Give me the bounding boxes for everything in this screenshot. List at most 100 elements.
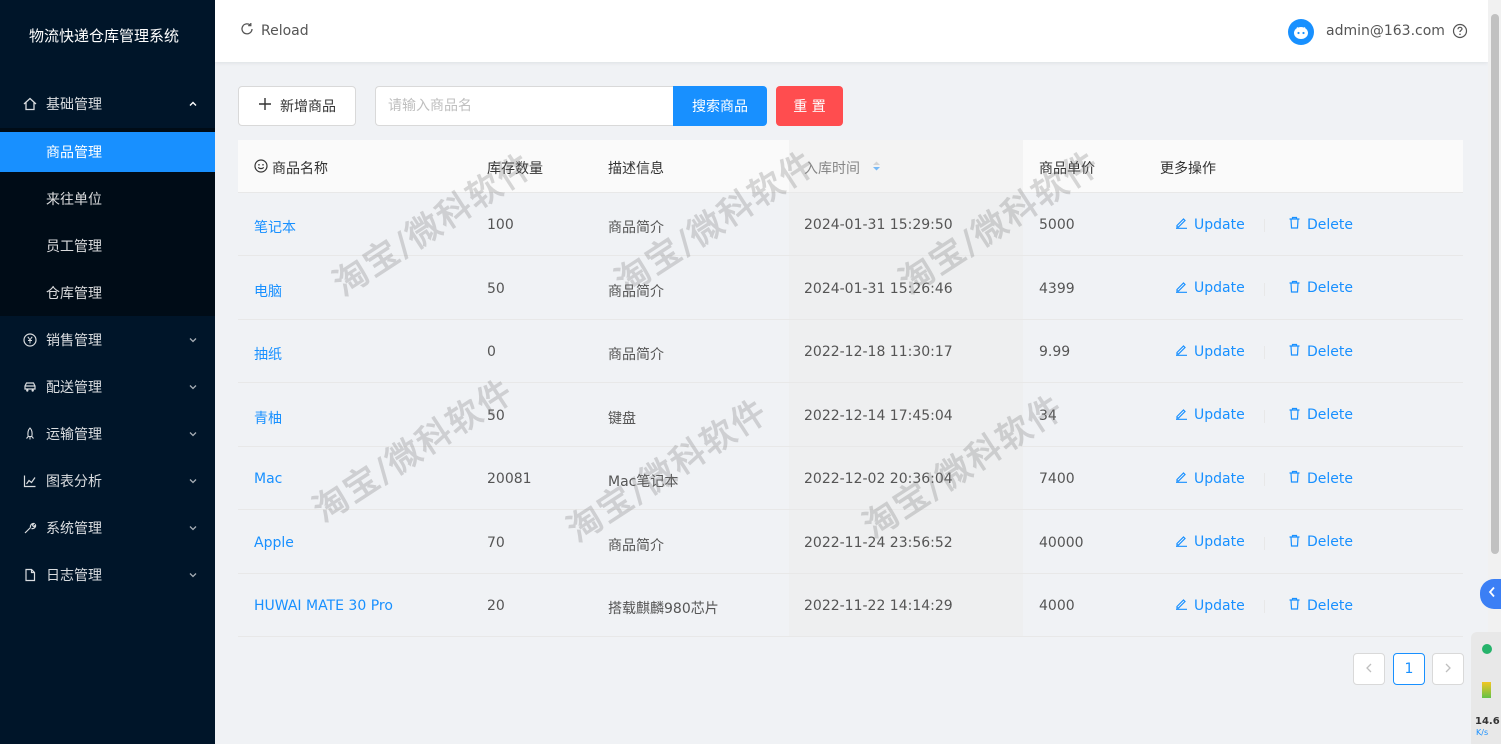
table-row: 抽纸 0 商品简介 2022-12-18 11:30:17 9.99 Update Dele… [238,320,1463,383]
search-button[interactable]: 搜索商品 [673,86,767,126]
menu-label: 运输管理 [46,427,102,443]
page-button-current[interactable]: 1 [1393,653,1425,685]
delete-button[interactable]: Delete [1288,343,1353,360]
delete-icon [1288,470,1301,487]
product-name-link[interactable]: 笔记本 [254,217,296,237]
product-name-link[interactable]: HUWAI MATE 30 Pro [254,598,393,614]
stock-cell: 100 [487,217,514,233]
chevron-left-icon [1365,661,1373,677]
sidebar-item-employees[interactable]: 员工管理 [0,226,215,266]
avatar[interactable] [1288,19,1314,45]
product-name-link[interactable]: 电脑 [254,281,282,301]
product-name-link[interactable]: 青柚 [254,408,282,428]
edit-icon [1175,470,1188,487]
delete-button[interactable]: Delete [1288,280,1353,297]
add-product-label: 新增商品 [280,99,336,115]
column-header-actions: 更多操作 [1160,161,1216,177]
table-row: Apple 70 商品简介 2022-11-24 23:56:52 40000 Updat… [238,511,1463,574]
update-button[interactable]: Update [1175,470,1245,487]
sidebar-item-partners[interactable]: 来往单位 [0,179,215,219]
delete-button[interactable]: Delete [1288,534,1353,551]
yen-icon [22,332,38,348]
stock-cell: 50 [487,407,505,424]
action-divider [1264,346,1265,359]
update-button[interactable]: Update [1175,216,1245,233]
add-product-button[interactable]: 新增商品 [238,86,356,126]
delete-icon [1288,407,1301,424]
edit-icon [1175,407,1188,424]
menu-chart-analysis[interactable]: 图表分析 [0,461,215,501]
menu-sales-management[interactable]: 销售管理 [0,320,215,360]
update-button[interactable]: Update [1175,407,1245,424]
stock-cell: 50 [487,280,505,297]
product-name-link[interactable]: Apple [254,535,294,551]
reload-button[interactable]: Reload [240,22,309,40]
action-divider [1264,600,1265,613]
prev-page-button[interactable] [1353,653,1385,685]
sidebar-item-product-management[interactable]: 商品管理 [0,132,215,172]
side-collapse-button[interactable] [1480,579,1501,609]
action-divider [1264,473,1265,486]
menu-label: 图表分析 [46,474,102,490]
edit-icon [1175,597,1188,614]
chevron-down-icon [187,522,199,534]
delete-button[interactable]: Delete [1288,470,1353,487]
column-header-label: 商品名称 [272,161,328,177]
next-page-button[interactable] [1432,653,1464,685]
delete-button[interactable]: Delete [1288,216,1353,233]
price-cell: 7400 [1039,471,1075,487]
sidebar-item-label: 来往单位 [46,192,102,208]
table-row: HUWAI MATE 30 Pro 20 搭载麒麟980芯片 2022-11-22 1… [238,574,1463,637]
time-cell: 2024-01-31 15:29:50 [804,217,953,233]
description-cell: Mac笔记本 [608,474,679,490]
user-email[interactable]: admin@163.com [1326,23,1445,39]
product-name-link[interactable]: Mac [254,471,282,487]
reload-icon [240,22,254,40]
delete-label: Delete [1307,216,1353,233]
stock-cell: 20081 [487,471,532,487]
file-icon [22,567,38,583]
update-button[interactable]: Update [1175,280,1245,297]
menu-transport-management[interactable]: 运输管理 [0,414,215,454]
update-button[interactable]: Update [1175,597,1245,614]
question-circle-icon[interactable] [1452,23,1468,39]
delete-label: Delete [1307,407,1353,423]
time-cell: 2022-12-18 11:30:17 [804,344,953,360]
menu-delivery-management[interactable]: 配送管理 [0,367,215,407]
delete-label: Delete [1307,597,1353,614]
network-speed-widget[interactable]: 14.6 K/s [1471,632,1501,744]
action-divider [1264,219,1265,232]
menu-system-management[interactable]: 系统管理 [0,508,215,548]
delete-label: Delete [1307,280,1353,296]
delete-button[interactable]: Delete [1288,597,1353,614]
scrollbar-thumb[interactable] [1491,14,1499,554]
home-icon [22,96,38,112]
time-cell: 2022-12-14 17:45:04 [804,407,953,424]
update-button[interactable]: Update [1175,534,1245,551]
line-chart-icon [22,473,38,489]
menu-basic-management[interactable]: 基础管理 [0,84,215,124]
delete-icon [1288,343,1301,360]
update-button[interactable]: Update [1175,343,1245,360]
delete-icon [1288,280,1301,297]
product-name-link[interactable]: 抽纸 [254,344,282,364]
delete-label: Delete [1307,343,1353,360]
chevron-down-icon [187,428,199,440]
sidebar-item-warehouses[interactable]: 仓库管理 [0,273,215,313]
description-cell: 商品简介 [608,347,664,363]
update-label: Update [1194,597,1245,614]
update-label: Update [1194,407,1245,423]
column-header-name[interactable]: 商品名称 [254,158,328,178]
chevron-down-icon [187,334,199,346]
description-cell: 商品简介 [608,220,664,236]
speed-unit: K/s [1476,728,1489,737]
action-divider [1264,536,1265,550]
reset-button[interactable]: 重 置 [776,86,843,126]
delete-icon [1288,534,1301,551]
edit-icon [1175,343,1188,360]
sidebar-item-label: 商品管理 [46,145,102,161]
menu-log-management[interactable]: 日志管理 [0,555,215,595]
chevron-down-icon [187,569,199,581]
delete-button[interactable]: Delete [1288,407,1353,424]
search-input[interactable] [375,86,674,126]
